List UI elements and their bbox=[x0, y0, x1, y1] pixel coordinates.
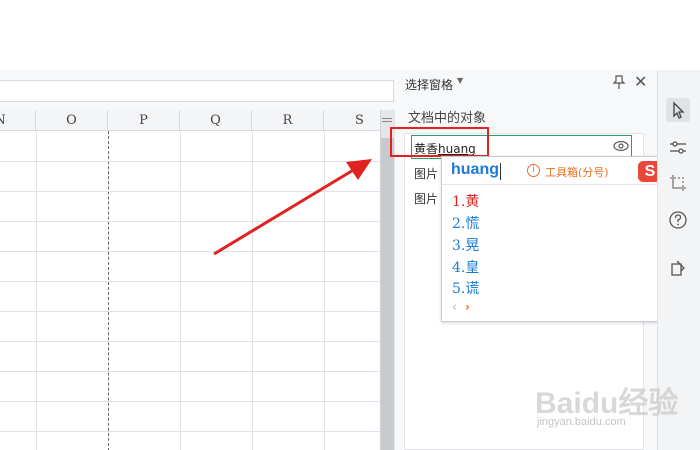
ime-candidate[interactable]: 2.慌 bbox=[452, 213, 479, 233]
grid-vline bbox=[180, 131, 181, 450]
list-item[interactable]: 图片 bbox=[414, 165, 438, 182]
column-header-q[interactable]: Q bbox=[180, 110, 252, 131]
help-icon[interactable] bbox=[666, 208, 690, 232]
highlight-box bbox=[390, 127, 489, 157]
page-break-line bbox=[108, 131, 109, 450]
grid-hline bbox=[0, 281, 380, 282]
ime-candidate[interactable]: 4.皇 bbox=[452, 257, 479, 277]
attach-icon[interactable] bbox=[666, 256, 690, 280]
crop-icon[interactable] bbox=[666, 171, 690, 195]
column-header-n[interactable]: N bbox=[0, 110, 36, 131]
grid-hline bbox=[0, 431, 380, 432]
ime-toolbox-link[interactable]: 工具箱(分号) bbox=[545, 164, 609, 180]
grid-hline bbox=[0, 401, 380, 402]
settings-sliders-icon[interactable] bbox=[666, 135, 690, 159]
top-blank-area bbox=[0, 0, 700, 70]
list-item[interactable]: 图片 bbox=[414, 190, 438, 207]
column-header-r[interactable]: R bbox=[252, 110, 324, 131]
grid-hline bbox=[0, 341, 380, 342]
scrollbar-thumb[interactable] bbox=[381, 138, 394, 450]
ime-candidate-window: huang i 工具箱(分号) S 1.黄 2.慌 3.晃 4.皇 5.谎 ‹ … bbox=[441, 156, 667, 322]
column-header-row: N O P Q R S bbox=[0, 110, 380, 131]
pane-title[interactable]: 选择窗格 bbox=[405, 76, 453, 93]
objects-section-label: 文档中的对象 bbox=[408, 110, 487, 125]
column-header-o[interactable]: O bbox=[36, 110, 108, 131]
ime-candidate[interactable]: 1.黄 bbox=[452, 191, 479, 211]
grid-vline bbox=[36, 131, 37, 450]
ime-candidate[interactable]: 3.晃 bbox=[452, 235, 479, 255]
cursor-icon[interactable] bbox=[666, 98, 690, 122]
prev-page-icon[interactable]: ‹ bbox=[452, 300, 457, 314]
watermark-url: jingyan.baidu.com bbox=[537, 416, 626, 428]
ime-pinyin-input: huang bbox=[451, 161, 499, 178]
ime-candidate[interactable]: 5.谎 bbox=[452, 278, 479, 298]
grid-hline bbox=[0, 311, 380, 312]
grid-hline bbox=[0, 371, 380, 372]
chevron-down-icon[interactable]: ▼ bbox=[457, 76, 463, 85]
next-page-icon[interactable]: › bbox=[465, 300, 470, 314]
pin-icon[interactable] bbox=[612, 74, 626, 90]
close-icon[interactable]: ✕ bbox=[634, 74, 647, 90]
eye-icon[interactable] bbox=[613, 139, 629, 153]
info-icon[interactable]: i bbox=[527, 164, 540, 177]
column-header-p[interactable]: P bbox=[108, 110, 180, 131]
column-header-s[interactable]: S bbox=[324, 110, 380, 131]
scroll-grip bbox=[382, 118, 392, 119]
scroll-grip bbox=[382, 121, 392, 122]
formula-input[interactable] bbox=[0, 80, 394, 102]
red-pointer-arrow bbox=[213, 159, 372, 256]
text-caret bbox=[500, 163, 501, 180]
